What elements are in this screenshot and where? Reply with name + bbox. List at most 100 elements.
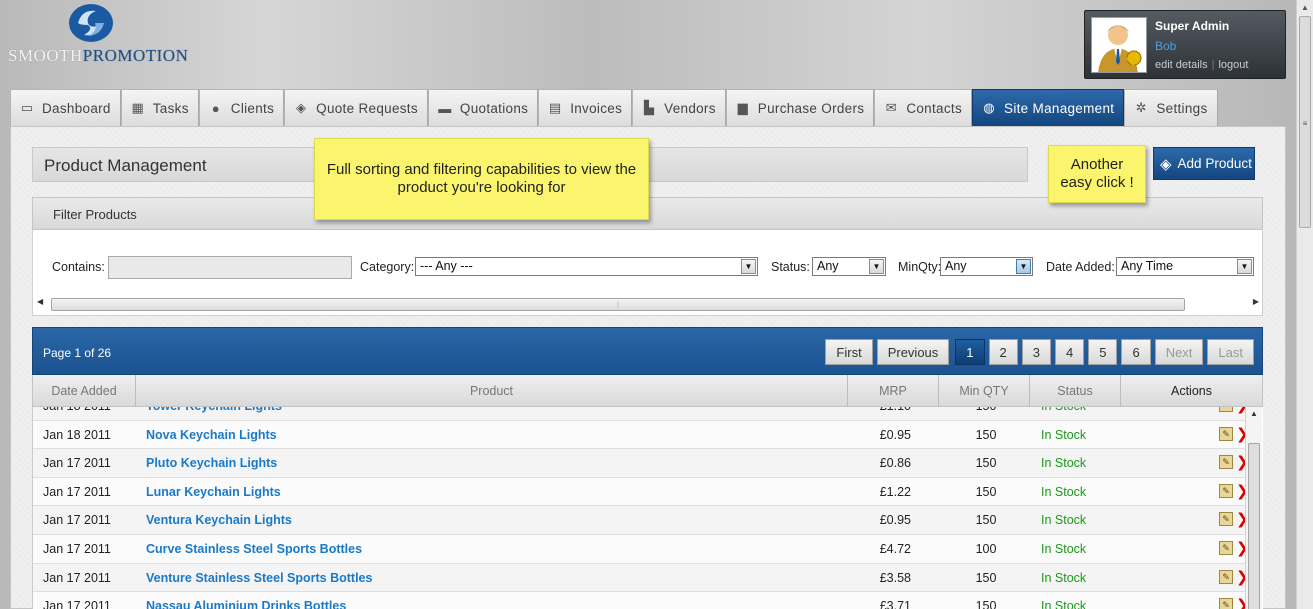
documents-icon: ▤ <box>548 100 562 115</box>
tab-contacts[interactable]: ✉ Contacts <box>874 89 973 126</box>
column-actions: Actions <box>1171 384 1212 398</box>
user-role: Super Admin <box>1155 19 1230 33</box>
row-status: In Stock <box>1041 599 1087 609</box>
separator: | <box>1211 59 1215 71</box>
row-mrp: £4.72 <box>879 542 911 556</box>
brand-logo[interactable]: SMOOTHPROMOTION <box>8 3 188 65</box>
gear-icon: ✲ <box>1135 100 1147 115</box>
product-link[interactable]: Ventura Keychain Lights <box>146 513 292 527</box>
scroll-up-arrow-icon[interactable]: ▲ <box>1297 0 1313 16</box>
person-icon: ● <box>211 100 220 116</box>
table-row: Jan 17 2011 Ventura Keychain Lights £0.95 1… <box>33 506 1249 535</box>
column-status[interactable]: Status <box>1030 375 1121 407</box>
edit-icon[interactable]: ✎ <box>1219 569 1233 584</box>
row-status: In Stock <box>1041 484 1087 499</box>
chevron-down-icon[interactable]: ▼ <box>869 259 884 274</box>
page-button[interactable]: 2 <box>988 339 1018 365</box>
scroll-right-arrow-icon[interactable]: ▶ <box>1253 297 1259 306</box>
product-link[interactable]: Venture Stainless Steel Sports Bottles <box>146 571 372 585</box>
tab-tasks[interactable]: ▦ Tasks <box>120 89 199 126</box>
horizontal-scrollbar[interactable]: ◀ ⦙ ▶ <box>37 296 1259 311</box>
scroll-grip-icon: ≡ <box>1302 119 1308 128</box>
table-scrollbar[interactable]: ▲ <box>1245 407 1262 609</box>
first-page-button[interactable]: First <box>825 339 873 365</box>
row-date: Jan 18 2011 <box>43 407 111 413</box>
tab-purchase-orders[interactable]: ▆ Purchase Orders <box>725 89 875 126</box>
tab-label: Dashboard <box>42 100 111 116</box>
scrollbar-thumb[interactable]: ⦙ <box>51 298 1185 311</box>
row-mrp: £3.71 <box>879 599 911 609</box>
row-mrp: £0.95 <box>879 427 911 442</box>
category-select[interactable]: --- Any --- ▼ <box>415 257 758 276</box>
edit-icon[interactable]: ✎ <box>1219 598 1233 609</box>
tab-dashboard[interactable]: ▭ Dashboard <box>10 89 121 126</box>
tag-icon: ◈ <box>1160 155 1172 173</box>
product-link[interactable]: Nova Keychain Lights <box>146 428 277 442</box>
table-body: Jan 18 2011 Tower Keychain Lights £1.10 150… <box>32 407 1263 609</box>
tab-quote-requests[interactable]: ◈ Quote Requests <box>284 89 428 126</box>
tab-invoices[interactable]: ▤ Invoices <box>538 89 633 126</box>
user-name-link[interactable]: Bob <box>1155 39 1176 53</box>
chevron-down-icon[interactable]: ▼ <box>1237 259 1252 274</box>
date-added-select[interactable]: Any Time ▼ <box>1116 257 1254 276</box>
product-link[interactable]: Curve Stainless Steel Sports Bottles <box>146 542 362 556</box>
edit-icon[interactable]: ✎ <box>1219 483 1233 498</box>
last-page-button[interactable]: Last <box>1207 339 1254 365</box>
chevron-down-icon[interactable]: ▼ <box>741 259 756 274</box>
row-status: In Stock <box>1041 456 1087 471</box>
row-min-qty: 150 <box>975 513 997 528</box>
envelope-icon: ✉ <box>885 100 897 115</box>
scroll-left-arrow-icon[interactable]: ◀ <box>37 297 43 306</box>
tab-label: Site Management <box>1004 100 1115 116</box>
add-product-button[interactable]: ◈ Add Product <box>1153 147 1255 180</box>
row-status: In Stock <box>1041 570 1087 585</box>
tab-quotations[interactable]: ▬ Quotations <box>427 89 539 126</box>
edit-icon[interactable]: ✎ <box>1219 541 1233 555</box>
row-date: Jan 18 2011 <box>43 427 111 442</box>
page-button[interactable]: 4 <box>1054 339 1085 365</box>
previous-page-button[interactable]: Previous <box>876 339 950 365</box>
column-product[interactable]: Product <box>136 375 848 407</box>
edit-icon[interactable]: ✎ <box>1219 512 1233 527</box>
row-mrp: £0.95 <box>879 513 911 528</box>
edit-icon[interactable]: ✎ <box>1219 426 1233 441</box>
product-link[interactable]: Tower Keychain Lights <box>146 407 282 413</box>
tab-settings[interactable]: ✲ Settings <box>1124 89 1218 126</box>
chevron-down-icon[interactable]: ▼ <box>1016 259 1031 274</box>
window-scrollbar[interactable]: ▲ ≡ <box>1296 0 1313 609</box>
column-min-qty[interactable]: Min QTY <box>939 375 1030 407</box>
page-button[interactable]: 5 <box>1088 339 1118 365</box>
tab-label: Tasks <box>152 100 189 116</box>
tab-site-management[interactable]: ◍ Site Management <box>972 89 1125 126</box>
next-page-button[interactable]: Next <box>1154 339 1204 365</box>
row-min-qty: 150 <box>975 484 997 499</box>
product-link[interactable]: Lunar Keychain Lights <box>146 485 281 499</box>
tag-icon: ◈ <box>295 100 307 115</box>
row-date: Jan 17 2011 <box>43 513 111 528</box>
edit-icon[interactable]: ✎ <box>1219 455 1233 470</box>
truck-icon: ▆ <box>737 100 748 115</box>
add-product-label: Add Product <box>1177 156 1252 171</box>
tab-vendors[interactable]: ▙ Vendors <box>632 89 726 126</box>
contains-input[interactable] <box>108 256 352 279</box>
scroll-up-arrow-icon[interactable]: ▲ <box>1250 409 1258 418</box>
row-min-qty: 150 <box>975 456 997 471</box>
column-mrp[interactable]: MRP <box>848 375 939 407</box>
scrollbar-thumb[interactable] <box>1248 443 1260 609</box>
status-select[interactable]: Any ▼ <box>812 257 886 276</box>
column-date-added[interactable]: Date Added <box>33 375 136 407</box>
minqty-select[interactable]: Any ▼ <box>940 257 1033 276</box>
edit-icon[interactable]: ✎ <box>1219 407 1233 412</box>
product-link[interactable]: Nassau Aluminium Drinks Bottles <box>146 599 346 609</box>
tab-label: Contacts <box>906 100 963 116</box>
product-link[interactable]: Pluto Keychain Lights <box>146 456 277 470</box>
edit-details-link[interactable]: edit details <box>1155 59 1208 71</box>
status-value: Any <box>817 259 839 273</box>
row-date: Jan 17 2011 <box>43 570 111 585</box>
logout-link[interactable]: logout <box>1218 59 1248 71</box>
page-button[interactable]: 3 <box>1021 339 1051 365</box>
page-button[interactable]: 6 <box>1121 339 1151 365</box>
page-button[interactable]: 1 <box>955 339 985 365</box>
tab-clients[interactable]: ● Clients <box>198 89 285 126</box>
swirl-logo-icon <box>69 4 113 42</box>
